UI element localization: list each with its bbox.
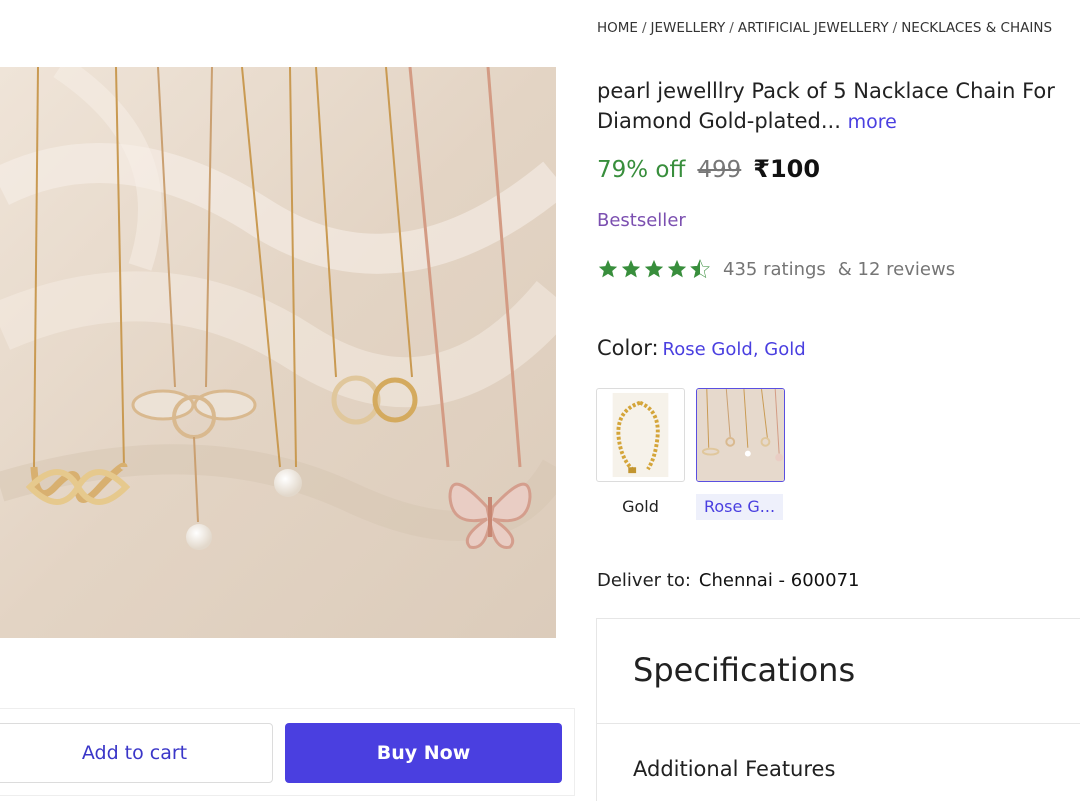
breadcrumb-separator: /	[892, 20, 898, 36]
selected-color: Rose Gold, Gold	[662, 339, 806, 360]
additional-features-heading[interactable]: Additional Features	[633, 757, 835, 781]
star-full-icon	[644, 259, 664, 278]
product-title-line1: pearl jewelllry Pack of 5 Nacklace Chain…	[597, 79, 1055, 103]
cta-bar: Add to cart Buy Now	[0, 708, 575, 796]
delivery-location[interactable]: Chennai - 600071	[699, 570, 860, 591]
rating-row[interactable]: 435 ratings & 12 reviews	[597, 258, 955, 280]
product-title: pearl jewelllry Pack of 5 Nacklace Chain…	[597, 76, 1080, 137]
star-rating	[597, 258, 711, 280]
ratings-count: 435 ratings	[723, 258, 826, 280]
breadcrumb: HOME / JEWELLERY / ARTIFICIAL JEWELLERY / NECK…	[597, 20, 1052, 36]
product-image[interactable]	[0, 67, 556, 638]
selling-price: ₹100	[753, 155, 821, 183]
divider	[597, 723, 1080, 724]
specifications-title: Specifications	[633, 651, 856, 689]
bestseller-badge: Bestseller	[597, 210, 686, 231]
breadcrumb-separator: /	[729, 20, 734, 36]
star-half-icon	[690, 259, 710, 279]
rose-gold-necklaces-thumbnail	[697, 389, 784, 481]
price-row: 79% off 499 ₹100	[597, 155, 820, 183]
breadcrumb-artificial-jewellery[interactable]: ARTIFICIAL JEWELLERY	[738, 20, 889, 36]
color-label: Color:	[597, 336, 659, 360]
reviews-count: & 12 reviews	[837, 258, 956, 280]
breadcrumb-separator: /	[641, 20, 647, 36]
add-to-cart-button[interactable]: Add to cart	[0, 723, 273, 783]
breadcrumb-home[interactable]: HOME	[597, 20, 638, 36]
color-swatch-rose-gold-label[interactable]: Rose G...	[696, 494, 783, 520]
star-full-icon	[667, 259, 687, 278]
original-price: 499	[697, 157, 742, 183]
more-link[interactable]: more	[848, 111, 897, 133]
deliver-to-label: Deliver to:	[597, 570, 691, 591]
specifications-section: Specifications Additional Features	[596, 618, 1080, 801]
breadcrumb-necklaces-chains[interactable]: NECKLACES & CHAINS	[901, 20, 1052, 36]
buy-now-button[interactable]: Buy Now	[285, 723, 562, 783]
color-swatch-rose-gold[interactable]	[696, 388, 785, 482]
breadcrumb-jewellery[interactable]: JEWELLERY	[651, 20, 726, 36]
discount-percent: 79% off	[597, 157, 686, 183]
delivery-info[interactable]: Deliver to: Chennai - 600071	[597, 570, 859, 591]
color-swatch-gold[interactable]	[596, 388, 685, 482]
star-full-icon	[621, 259, 641, 278]
color-selector-heading: Color: Rose Gold, Gold	[597, 336, 806, 360]
product-title-line2: Diamond Gold-plated...	[597, 109, 841, 133]
star-full-icon	[598, 259, 618, 278]
color-swatch-gold-label[interactable]: Gold	[596, 494, 685, 520]
gold-chain-thumbnail	[612, 392, 669, 478]
